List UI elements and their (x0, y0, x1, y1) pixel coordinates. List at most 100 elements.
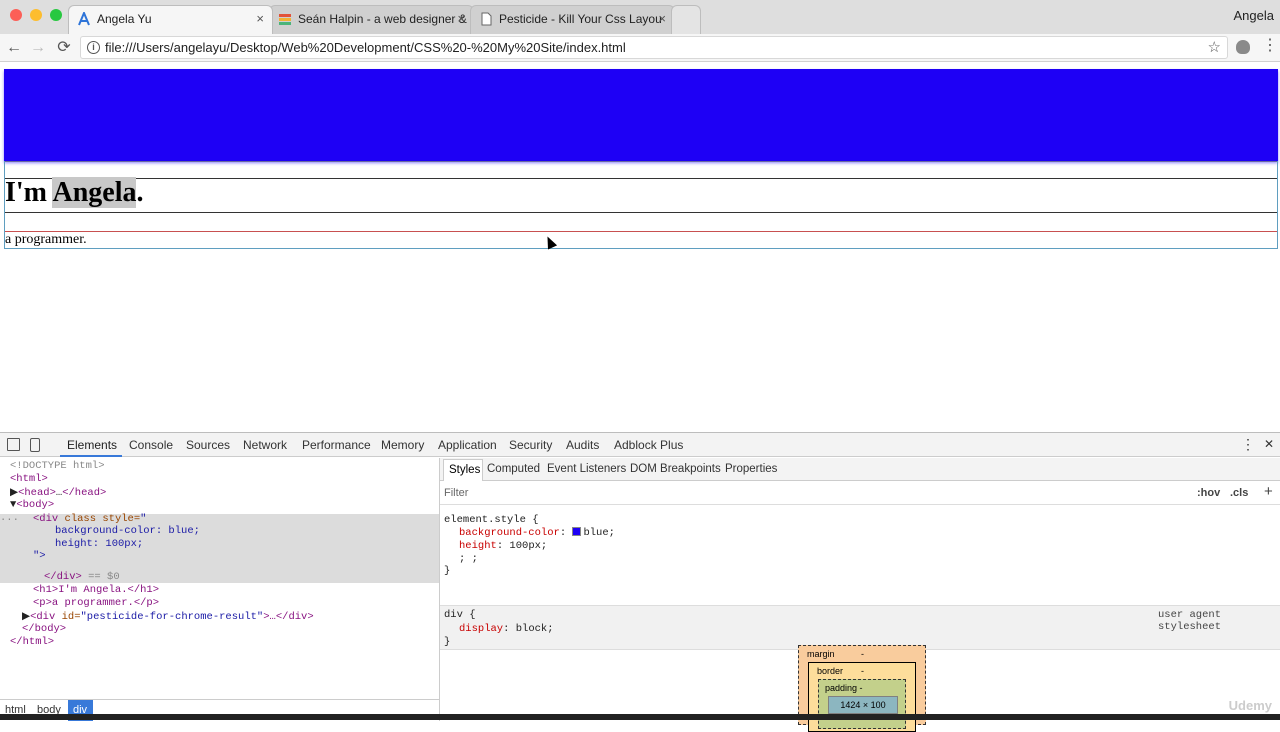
page-paragraph: a programmer. (5, 232, 87, 247)
minimize-window-button[interactable] (30, 9, 42, 21)
heading-prefix: I'm (5, 177, 53, 208)
tab-security[interactable]: Security (509, 438, 552, 452)
close-window-button[interactable] (10, 9, 22, 21)
dom-pesticide-node[interactable]: ▶<div id="pesticide-for-chrome-result">…… (22, 610, 314, 623)
device-toolbar-icon[interactable] (30, 438, 40, 452)
maximize-window-button[interactable] (50, 9, 62, 21)
tab-close-icon[interactable]: × (658, 11, 666, 26)
box-model-margin[interactable]: margin - border - padding - 1424 × 100 (798, 645, 926, 732)
dom-style-end[interactable]: "> (33, 550, 46, 562)
udemy-watermark: Udemy (1228, 698, 1272, 713)
ua-prop-display: display: block; (459, 623, 554, 635)
tab-dom-breakpoints[interactable]: DOM Breakpoints (630, 463, 721, 475)
a-logo-icon (78, 12, 90, 26)
border-label: border (817, 666, 844, 676)
tab-memory[interactable]: Memory (381, 438, 424, 452)
dom-div-open[interactable]: <div class style=" (33, 513, 146, 525)
tab-network[interactable]: Network (243, 438, 287, 452)
style-prop-background[interactable]: background-color: blue; (459, 527, 615, 539)
cls-toggle[interactable]: .cls (1230, 487, 1248, 499)
back-arrow-icon[interactable]: ← (4, 38, 24, 58)
tab-pesticide[interactable]: Pesticide - Kill Your Css Layou × (470, 5, 675, 34)
styles-pane: Styles Computed Event Listeners DOM Brea… (440, 458, 1280, 732)
ua-rule-source: user agent stylesheet (1158, 609, 1222, 633)
tab-label: Seán Halpin - a web designer & (298, 12, 467, 26)
dom-pesticide-attr: id= (61, 611, 81, 623)
dom-pesticide-tag: <div (30, 611, 62, 623)
padding-label: padding - (825, 683, 863, 693)
dom-h1-line[interactable]: <h1>I'm Angela.</h1> (33, 584, 159, 596)
tab-properties[interactable]: Properties (725, 463, 777, 475)
dom-div-close-line[interactable]: </div> == $0 (44, 571, 120, 583)
tab-sean-halpin[interactable]: Seán Halpin - a web designer & × (269, 5, 474, 34)
dom-ellipsis[interactable]: ... (0, 512, 19, 524)
ua-prop-name: display (459, 623, 504, 635)
style-prop-height[interactable]: height: 100px; (459, 540, 547, 552)
dom-pesticide-end: >…</div> (263, 611, 314, 623)
ua-rule-selector: div { (444, 609, 476, 621)
dom-body-close[interactable]: </body> (22, 623, 66, 635)
profile-name[interactable]: Angela (1234, 8, 1274, 23)
dom-style-line-2[interactable]: height: 100px; (55, 538, 143, 550)
tab-computed[interactable]: Computed (487, 463, 540, 475)
address-bar[interactable]: i file:///Users/angelayu/Desktop/Web%20D… (80, 36, 1228, 59)
style-new-prop-input[interactable]: ; ; (459, 553, 478, 565)
blue-block[interactable] (4, 69, 1278, 161)
dom-style-line-1[interactable]: background-color: blue; (55, 525, 200, 537)
tab-elements[interactable]: Elements (67, 438, 117, 452)
devtools-close-icon[interactable]: ✕ (1264, 437, 1274, 451)
page-viewport: I'm Angela. a programmer. (0, 63, 1280, 432)
box-model-content[interactable]: 1424 × 100 (828, 696, 898, 714)
dom-doctype[interactable]: <!DOCTYPE html> (10, 460, 105, 472)
dom-html-open[interactable]: <html> (10, 473, 48, 485)
tab-performance[interactable]: Performance (302, 438, 371, 452)
devtools-panel: Elements Console Sources Network Perform… (0, 432, 1280, 732)
browser-toolbar: ← → ⟳ i file:///Users/angelayu/Desktop/W… (0, 34, 1280, 62)
margin-value[interactable]: - (861, 649, 864, 659)
browser-menu-icon[interactable]: ⋮ (1262, 38, 1278, 54)
new-tab-button[interactable] (671, 5, 701, 34)
reload-icon[interactable]: ⟳ (54, 38, 74, 58)
dom-p-line[interactable]: <p>a programmer.</p> (33, 597, 159, 609)
inspect-element-icon[interactable] (7, 438, 20, 451)
document-icon (481, 12, 492, 26)
user-agent-rule: div { user agent stylesheet display: blo… (440, 605, 1280, 650)
new-rule-plus-icon[interactable]: + (1264, 483, 1273, 500)
prop-value-background[interactable]: blue; (583, 527, 615, 539)
dom-html-close[interactable]: </html> (10, 636, 54, 648)
ua-prop-value: block; (515, 623, 554, 635)
tab-event-listeners[interactable]: Event Listeners (547, 463, 626, 475)
margin-label: margin (807, 649, 835, 659)
tab-close-icon[interactable]: × (457, 11, 465, 26)
dom-tree: <!DOCTYPE html> <html> ▶<head>…</head> ▼… (0, 458, 439, 698)
outline-h1-bottom (4, 212, 1278, 213)
pesticide-bug-icon[interactable] (1236, 40, 1250, 54)
tab-console[interactable]: Console (129, 438, 173, 452)
box-model-border[interactable]: border - padding - 1424 × 100 (808, 662, 916, 732)
color-swatch-icon[interactable] (572, 527, 582, 536)
dom-pesticide-value: "pesticide-for-chrome-result" (80, 611, 264, 623)
dom-body-node[interactable]: ▼<body> (10, 499, 54, 511)
hov-toggle[interactable]: :hov (1197, 487, 1220, 499)
tab-sources[interactable]: Sources (186, 438, 230, 452)
devtools-more-icon[interactable]: ⋮ (1241, 436, 1255, 453)
filter-input[interactable]: Filter (444, 487, 468, 499)
info-icon[interactable]: i (87, 41, 100, 54)
tab-audits[interactable]: Audits (566, 438, 599, 452)
dom-head-node[interactable]: ▶<head>…</head> (10, 486, 106, 499)
box-model-padding[interactable]: padding - 1424 × 100 (818, 679, 906, 729)
forward-arrow-icon[interactable]: → (28, 38, 48, 58)
tab-adblock-plus[interactable]: Adblock Plus (614, 438, 683, 452)
url-text[interactable]: file:///Users/angelayu/Desktop/Web%20Dev… (105, 40, 626, 55)
prop-name-height: height (459, 540, 497, 552)
tab-close-icon[interactable]: × (256, 11, 264, 26)
outline-h1-top (4, 178, 1278, 179)
bookmark-star-icon[interactable]: ☆ (1208, 38, 1221, 56)
tab-angela-yu[interactable]: Angela Yu × (68, 5, 273, 34)
border-value[interactable]: - (861, 666, 864, 676)
tab-styles[interactable]: Styles (443, 459, 483, 481)
dom-head-tag: <head> (18, 487, 56, 499)
prop-name-background: background-color (459, 527, 560, 539)
prop-value-height[interactable]: 100px; (509, 540, 547, 552)
tab-application[interactable]: Application (438, 438, 497, 452)
